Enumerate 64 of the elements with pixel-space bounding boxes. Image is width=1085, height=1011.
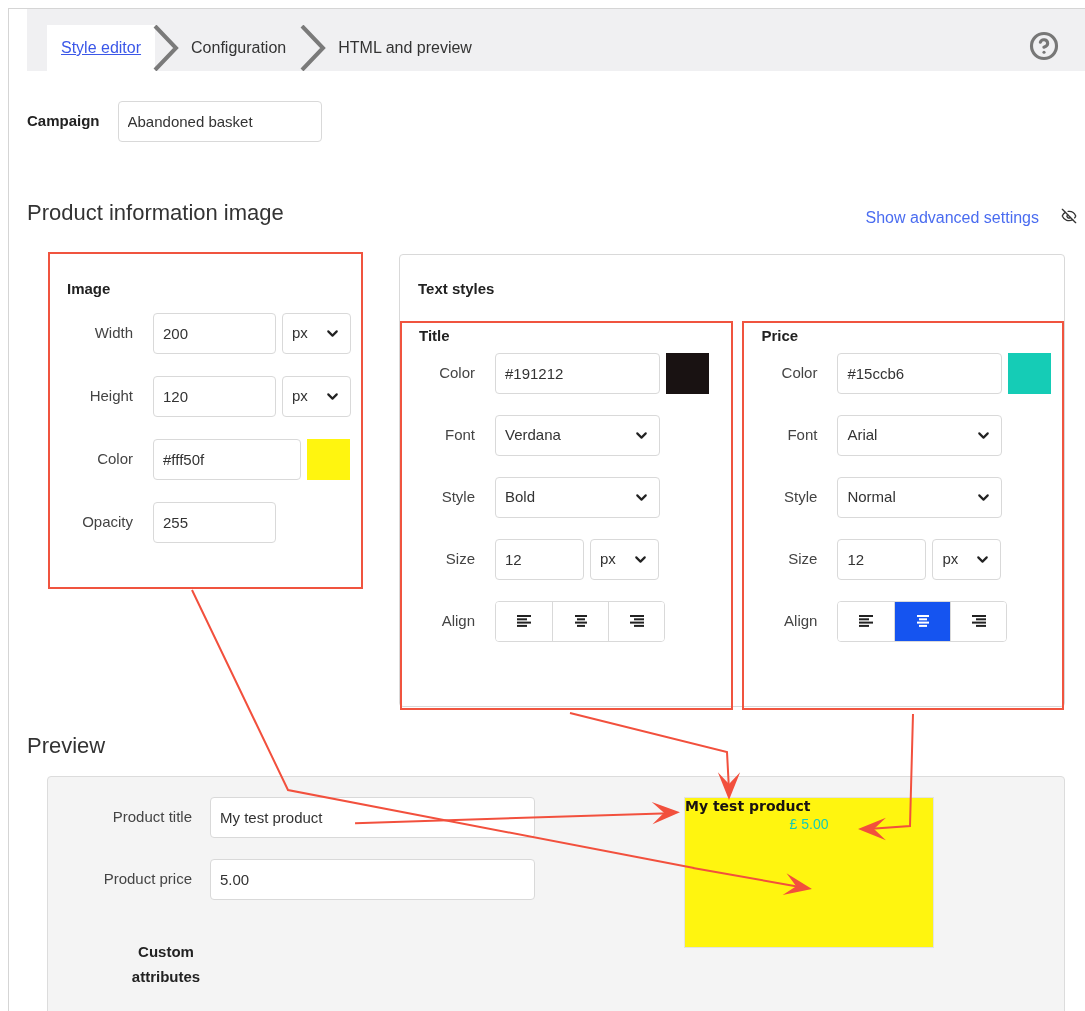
step-chevron-icon [300,25,327,71]
align-icon [516,615,532,628]
preview-heading: Preview [27,732,107,760]
field-label: Style [440,487,475,508]
field-label: Product title [111,807,192,828]
step-tab[interactable]: Configuration [179,25,303,71]
color-swatch[interactable] [666,353,709,394]
field-label: Product price [102,869,192,890]
panel-title: Image [67,279,112,299]
input-field[interactable]: 120 [153,375,276,417]
field-label: Color [438,363,475,384]
input-field[interactable]: 5.00 [210,859,535,900]
field-label: Size [787,549,818,570]
dropdown[interactable]: px [282,312,351,354]
align-button[interactable] [950,602,1007,641]
sample-title: My test product [685,798,811,815]
align-icon [858,615,875,628]
field-label: Align [440,611,475,632]
eye-slash-icon[interactable] [1061,208,1077,224]
campaign-label: Campaign [27,111,100,132]
align-icon [572,615,589,628]
field-label: Size [444,549,475,570]
dropdown[interactable]: px [282,375,351,417]
input-field[interactable]: My test product [210,797,535,838]
color-swatch[interactable] [1008,353,1052,394]
dropdown[interactable]: Verdana [495,415,660,456]
input-field[interactable]: 255 [153,501,276,543]
sample-price: £ 5.00 [789,815,829,833]
custom-attributes-label: Custom attributes [130,942,202,987]
align-button[interactable] [608,602,664,641]
help-icon[interactable] [1029,31,1059,61]
section-heading: Product information image [27,198,284,227]
field-label: Opacity [81,511,133,532]
dropdown[interactable]: Arial [837,415,1003,456]
advanced-settings-link[interactable]: Show advanced settings [865,206,1039,230]
align-icon [628,615,645,628]
align-icon [970,615,987,628]
step-tab[interactable]: Style editor [47,25,156,71]
dropdown[interactable]: Normal [837,477,1003,518]
dropdown[interactable]: Bold [495,477,660,518]
align-icon [914,615,931,628]
field-label: Height [88,385,133,406]
dropdown[interactable]: px [932,539,1002,580]
step-chevron-icon [153,25,180,71]
field-label: Color [780,363,818,384]
input-field[interactable]: 12 [837,539,927,580]
field-label: Style [783,487,818,508]
field-label: Font [444,425,475,446]
input-field[interactable]: #15ccb6 [837,353,1003,394]
color-swatch[interactable] [307,438,350,480]
panel-title: Text styles [418,279,496,299]
field-label: Color [96,448,133,469]
group-title: Price [761,325,800,346]
field-label: Font [786,425,818,446]
group-title: Title [419,325,451,346]
dropdown[interactable]: px [590,539,659,580]
field-label: Align [783,611,818,632]
step-tab[interactable]: HTML and preview [326,25,488,71]
input-field[interactable]: 12 [495,539,584,580]
field-label: Width [93,322,133,343]
input-field[interactable]: #191212 [495,353,660,394]
input-field[interactable]: 200 [153,312,276,354]
input-field[interactable]: #fff50f [153,438,301,480]
input-field[interactable]: Abandoned basket [117,101,322,142]
